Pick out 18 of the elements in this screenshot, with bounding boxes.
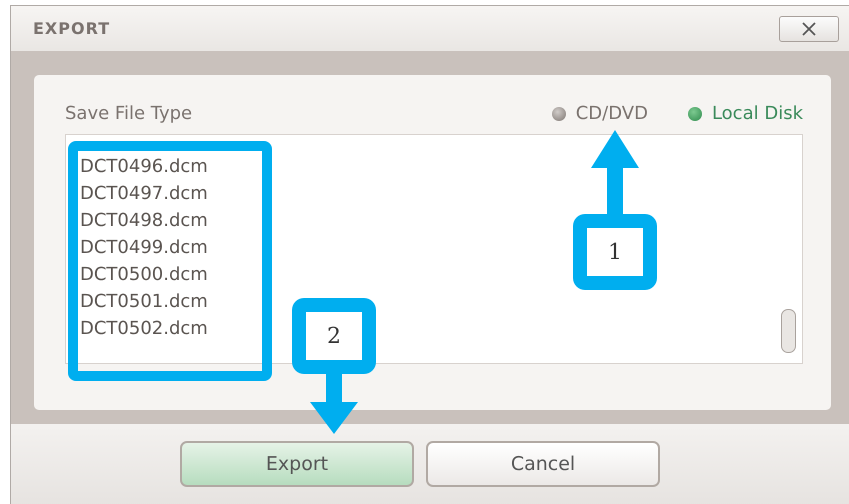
cancel-button[interactable]: Cancel bbox=[426, 441, 660, 487]
export-button[interactable]: Export bbox=[180, 441, 414, 487]
radio-option[interactable]: Local Disk bbox=[688, 103, 803, 124]
window-title: EXPORT bbox=[33, 19, 110, 38]
scrollbar-thumb[interactable] bbox=[781, 309, 796, 353]
file-item[interactable]: DCT0499.dcm bbox=[80, 234, 208, 261]
file-item[interactable]: DCT0496.dcm bbox=[80, 153, 208, 180]
close-icon bbox=[801, 22, 817, 36]
radio-option[interactable]: CD/DVD bbox=[552, 103, 648, 124]
close-button[interactable] bbox=[779, 16, 839, 42]
file-item[interactable]: DCT0497.dcm bbox=[80, 180, 208, 207]
step-number-callout: 1 bbox=[573, 214, 657, 290]
step-number-callout: 2 bbox=[292, 298, 376, 374]
file-item[interactable]: DCT0501.dcm bbox=[80, 288, 208, 315]
file-item[interactable]: DCT0500.dcm bbox=[80, 261, 208, 288]
file-item[interactable]: DCT0498.dcm bbox=[80, 207, 208, 234]
file-item[interactable]: DCT0502.dcm bbox=[80, 315, 208, 342]
save-file-type-label: Save File Type bbox=[65, 103, 194, 124]
